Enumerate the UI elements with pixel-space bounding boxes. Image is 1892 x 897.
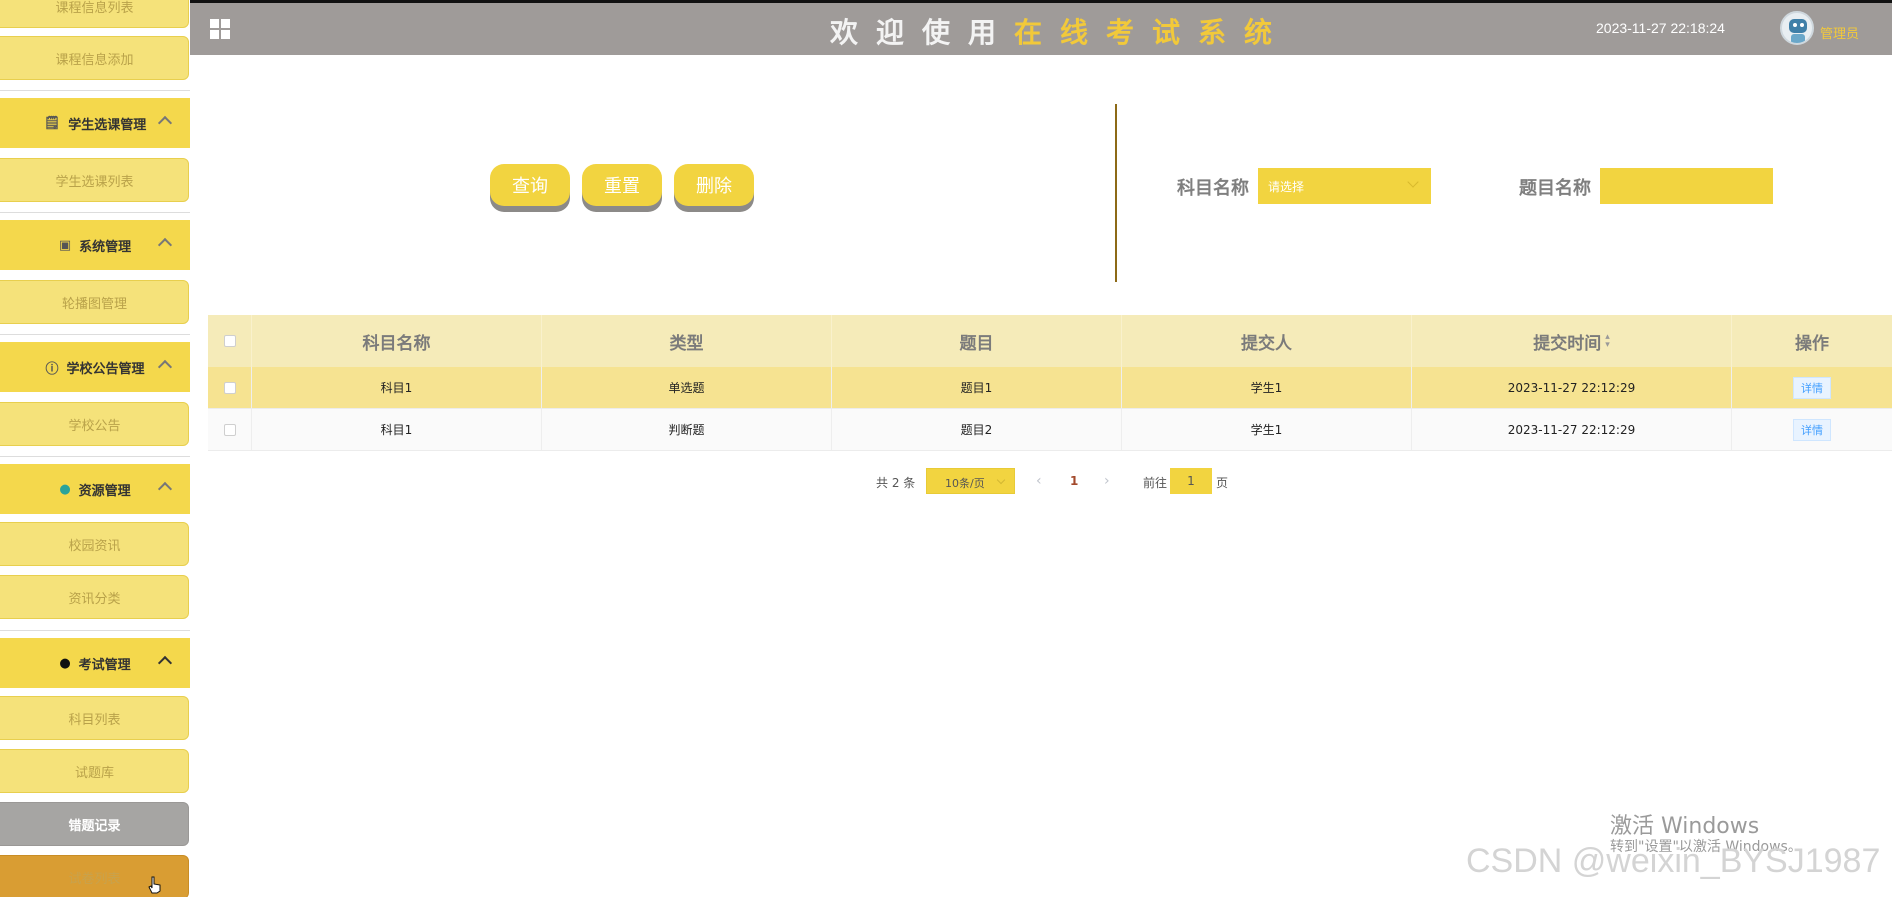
query-button[interactable]: 查询 [490,164,570,206]
subject-select[interactable]: 请选择 [1258,168,1431,204]
table-header: 科目名称 类型 题目 提交人 提交时间 ▴ ▾ 操作 [208,315,1892,367]
question-label: 题目名称 [1519,178,1591,199]
goto-label: 前往 [1143,476,1168,490]
sidebar-group-exam[interactable]: ● 考试管理 [0,638,190,688]
next-page-icon[interactable]: › [1104,473,1110,489]
sidebar-item-course-list[interactable]: 课程信息列表 [0,0,189,28]
sidebar-item-course-selection-list[interactable]: 学生选课列表 [0,158,189,202]
top-header: 欢迎使用在线考试系统 2023-11-27 22:18:24 管理员 [190,3,1892,55]
goto-page-input[interactable]: 1 [1170,468,1212,494]
divider [0,630,190,631]
page-number[interactable]: 1 [1070,474,1078,488]
chevron-down-icon [1407,176,1419,188]
cell-type: 单选题 [542,367,832,408]
divider [0,90,190,91]
pagination: 共 2 条 10条/页 ‹ 1 › 前往 1 页 [0,468,1892,496]
detail-button[interactable]: 详情 [1793,418,1831,441]
sidebar-group-course-selection[interactable]: 🗒 学生选课管理 [0,98,190,148]
divider [0,456,190,457]
sidebar-item-news-category[interactable]: 资讯分类 [0,575,189,619]
grid-menu-icon[interactable] [210,19,230,39]
cell-time: 2023-11-27 22:12:29 [1412,367,1732,408]
cell-time: 2023-11-27 22:12:29 [1412,409,1732,450]
cell-submitter: 学生1 [1122,409,1412,450]
table-row: 科目1 单选题 题目1 学生1 2023-11-27 22:12:29 详情 [208,367,1892,409]
question-input[interactable] [1600,168,1773,204]
column-header-sortable[interactable]: 提交时间 ▴ ▾ [1412,315,1732,367]
sidebar: 课程信息列表 课程信息添加 🗒 学生选课管理 学生选课列表 ▣ 系统管理 轮播图… [0,0,190,897]
sidebar-item-course-add[interactable]: 课程信息添加 [0,36,189,80]
sidebar-item-notice[interactable]: 学校公告 [0,402,189,446]
select-all-checkbox[interactable] [223,335,236,347]
avatar[interactable] [1780,11,1814,45]
page-size-select[interactable]: 10条/页 [926,468,1015,494]
header-datetime: 2023-11-27 22:18:24 [1596,20,1725,36]
sidebar-item-carousel[interactable]: 轮播图管理 [0,280,189,324]
pagination-total: 共 2 条 [876,476,916,490]
column-header: 提交人 [1122,315,1412,367]
divider [0,334,190,335]
sidebar-item-campus-news[interactable]: 校园资讯 [0,522,189,566]
chevron-up-icon [157,237,173,253]
cell-subject: 科目1 [252,367,542,408]
column-header: 类型 [542,315,832,367]
note-icon: 🗒 [43,115,61,131]
sidebar-group-notice[interactable]: ⓘ 学校公告管理 [0,342,190,392]
chevron-down-icon [996,475,1006,485]
image-icon: ▣ [58,237,72,253]
sidebar-item-subject-list[interactable]: 科目列表 [0,696,189,740]
sidebar-group-system[interactable]: ▣ 系统管理 [0,220,190,270]
chevron-up-icon [157,359,173,375]
column-header: 操作 [1795,333,1829,354]
row-checkbox[interactable] [223,423,236,436]
chevron-up-icon [157,115,173,131]
delete-button[interactable]: 删除 [674,164,754,206]
pointer-cursor-icon [148,876,161,894]
cell-subject: 科目1 [252,409,542,450]
subject-label: 科目名称 [1177,178,1249,199]
cell-question: 题目1 [832,367,1122,408]
sidebar-item-wrong-records[interactable]: 错题记录 [0,802,189,846]
reset-button[interactable]: 重置 [582,164,662,206]
table-row: 科目1 判断题 题目2 学生1 2023-11-27 22:12:29 详情 [208,409,1892,451]
divider [0,212,190,213]
cell-question: 题目2 [832,409,1122,450]
cell-type: 判断题 [542,409,832,450]
column-header: 科目名称 [252,315,542,367]
page-suffix: 页 [1216,476,1229,490]
sort-icon[interactable]: ▴ ▾ [1605,333,1610,350]
row-checkbox[interactable] [223,381,236,394]
sidebar-item-question-bank[interactable]: 试题库 [0,749,189,793]
prev-page-icon[interactable]: ‹ [1036,473,1042,489]
info-icon: ⓘ [45,361,59,377]
user-label[interactable]: 管理员 [1820,23,1859,42]
csdn-watermark: CSDN @weixin_BYSJ1987 [1466,842,1881,880]
page-title: 欢迎使用在线考试系统 [830,16,1291,49]
chevron-up-icon [157,655,173,671]
cell-submitter: 学生1 [1122,367,1412,408]
column-header: 题目 [832,315,1122,367]
detail-button[interactable]: 详情 [1793,376,1831,399]
pin-icon: ● [59,655,71,671]
divider [1115,104,1117,282]
